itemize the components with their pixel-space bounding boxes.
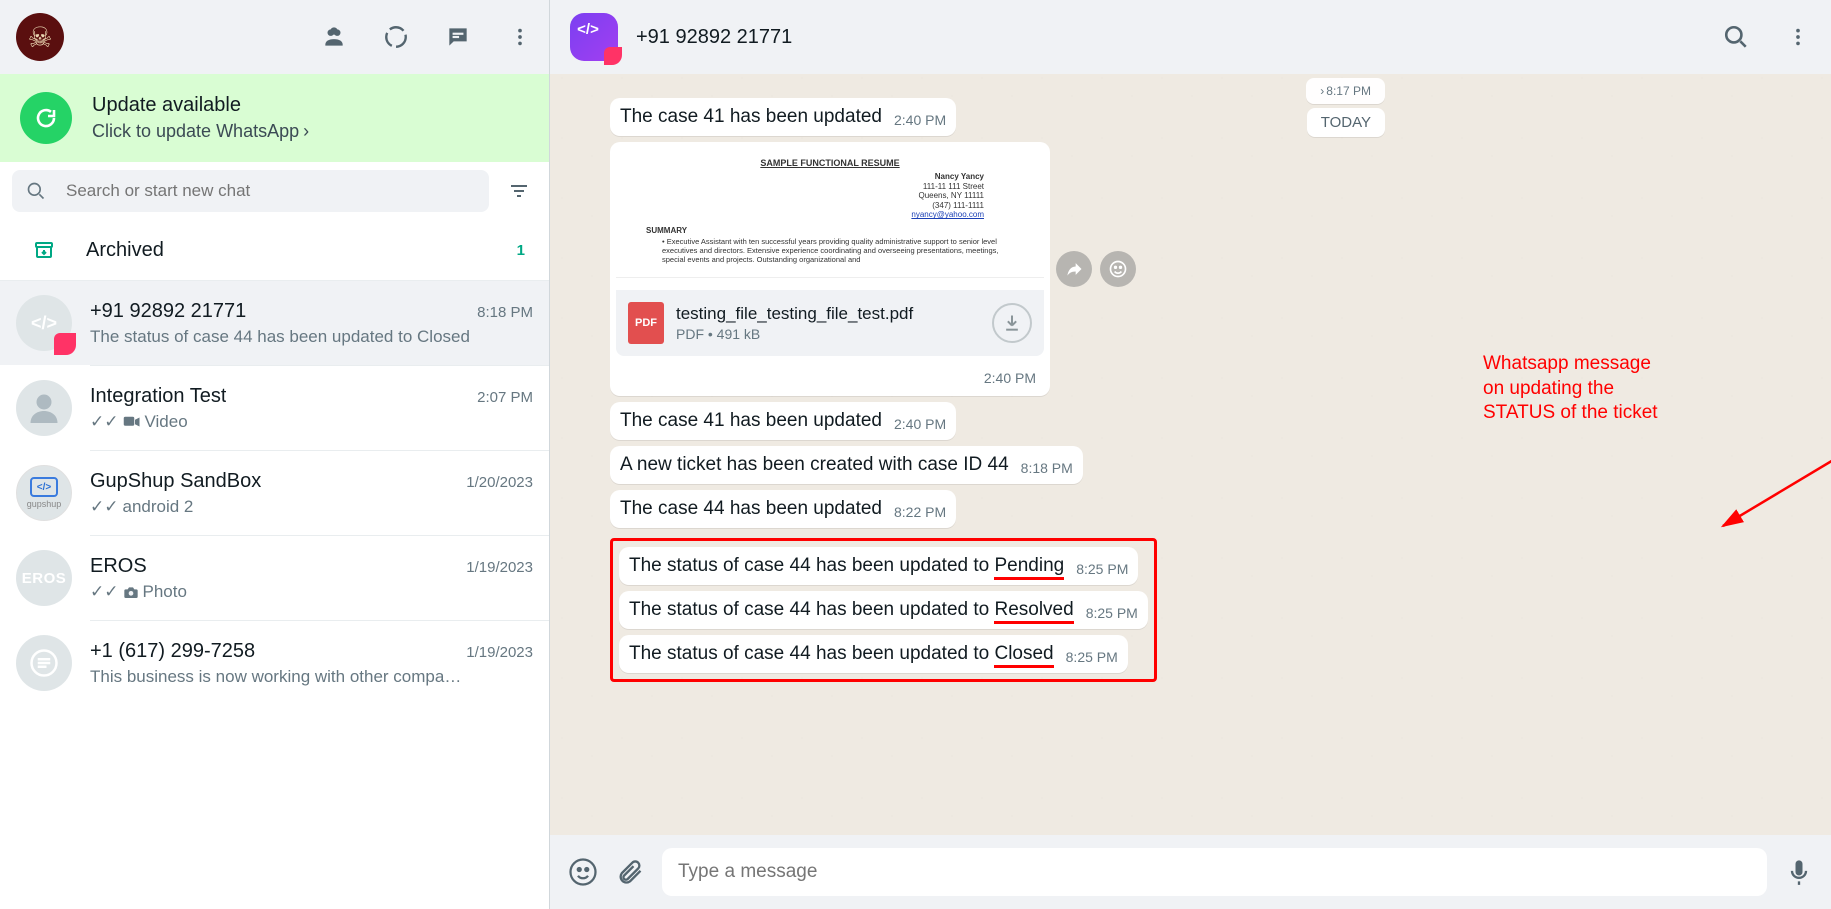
left-header bbox=[0, 0, 549, 74]
chat-avatar: EROS bbox=[16, 550, 72, 606]
message-text: The status of case 44 has been updated t… bbox=[629, 599, 1074, 621]
read-tick-icon: ✓✓ bbox=[90, 412, 119, 432]
search-in-chat-icon[interactable] bbox=[1723, 24, 1749, 50]
day-label: TODAY bbox=[1307, 108, 1385, 137]
file-name: testing_file_testing_file_test.pdf bbox=[676, 304, 980, 324]
file-preview: SAMPLE FUNCTIONAL RESUME Nancy Yancy 111… bbox=[616, 148, 1044, 278]
annotation-highlight-box: The status of case 44 has been updated t… bbox=[610, 538, 1157, 682]
chat-preview: android 2 bbox=[123, 497, 194, 517]
read-tick-icon: ✓✓ bbox=[90, 497, 119, 517]
message-bubble[interactable]: The case 41 has been updated 2:40 PM bbox=[610, 402, 956, 440]
update-subtitle: Click to update WhatsApp› bbox=[92, 121, 309, 142]
message-text: A new ticket has been created with case … bbox=[620, 454, 1009, 476]
communities-icon[interactable] bbox=[321, 24, 347, 50]
message-text: The case 41 has been updated bbox=[620, 410, 882, 432]
search-icon bbox=[26, 181, 46, 201]
new-chat-icon[interactable] bbox=[445, 24, 471, 50]
message-bubble[interactable]: The status of case 44 has been updated t… bbox=[619, 635, 1128, 673]
file-meta: PDF • 491 kB bbox=[676, 326, 980, 342]
pdf-icon: PDF bbox=[628, 302, 664, 344]
chat-item-0[interactable]: </> +91 92892 21771 8:18 PM The status of… bbox=[0, 281, 549, 365]
message-time: 2:40 PM bbox=[976, 368, 1044, 390]
chat-item-4[interactable]: +1 (617) 299-7258 1/19/2023 This business… bbox=[0, 621, 549, 705]
chat-preview: Photo bbox=[143, 582, 187, 602]
status-icon[interactable] bbox=[383, 24, 409, 50]
chat-avatar bbox=[16, 635, 72, 691]
message-bubble[interactable]: The case 41 has been updated 2:40 PM bbox=[610, 98, 956, 136]
chat-name: Integration Test bbox=[90, 385, 226, 408]
chat-preview: Video bbox=[145, 412, 188, 432]
chat-avatar: </>gupshup bbox=[16, 465, 72, 521]
message-text: The status of case 44 has been updated t… bbox=[629, 555, 1064, 577]
message-text: The case 44 has been updated bbox=[620, 498, 882, 520]
refresh-icon bbox=[20, 92, 72, 144]
video-icon bbox=[123, 415, 141, 429]
contact-avatar: </> bbox=[570, 13, 618, 61]
search-row bbox=[0, 162, 549, 220]
message-bubble[interactable]: The status of case 44 has been updated t… bbox=[619, 591, 1148, 629]
message-bubble[interactable]: The status of case 44 has been updated t… bbox=[619, 547, 1138, 585]
react-icon[interactable] bbox=[1100, 251, 1136, 287]
chat-item-1[interactable]: Integration Test 2:07 PM ✓✓ Video bbox=[0, 366, 549, 450]
archived-label: Archived bbox=[86, 239, 517, 262]
message-time: 2:40 PM bbox=[894, 416, 946, 432]
update-title: Update available bbox=[92, 94, 309, 117]
camera-icon bbox=[123, 585, 139, 599]
filter-icon[interactable] bbox=[501, 179, 537, 203]
message-text: The status of case 44 has been updated t… bbox=[629, 643, 1054, 665]
message-time: 8:25 PM bbox=[1086, 605, 1138, 621]
emoji-icon[interactable] bbox=[568, 857, 598, 887]
right-panel: </> +91 92892 21771 › 8:17 PM TODAY The … bbox=[550, 0, 1831, 909]
archive-icon bbox=[16, 238, 72, 262]
message-bubble[interactable]: A new ticket has been created with case … bbox=[610, 446, 1083, 484]
chat-time: 8:18 PM bbox=[477, 304, 533, 321]
read-tick-icon: ✓✓ bbox=[90, 582, 119, 602]
message-time: 2:40 PM bbox=[894, 112, 946, 128]
chat-header[interactable]: </> +91 92892 21771 bbox=[550, 0, 1831, 74]
search-box[interactable] bbox=[12, 170, 489, 212]
mic-icon[interactable] bbox=[1785, 858, 1813, 886]
message-input-wrap[interactable] bbox=[662, 848, 1767, 896]
chat-avatar bbox=[16, 380, 72, 436]
chat-preview: This business is now working with other … bbox=[90, 667, 461, 687]
menu-icon[interactable] bbox=[507, 24, 533, 50]
contact-name: +91 92892 21771 bbox=[636, 26, 792, 49]
chat-menu-icon[interactable] bbox=[1785, 24, 1811, 50]
message-input[interactable] bbox=[678, 861, 1751, 883]
chat-time: 1/20/2023 bbox=[466, 474, 533, 491]
archived-row[interactable]: Archived 1 bbox=[0, 220, 549, 281]
message-time: 8:25 PM bbox=[1076, 561, 1128, 577]
chat-name: +91 92892 21771 bbox=[90, 300, 246, 323]
search-input[interactable] bbox=[66, 181, 475, 201]
chat-item-2[interactable]: </>gupshup GupShup SandBox 1/20/2023 ✓✓an… bbox=[0, 451, 549, 535]
my-avatar[interactable] bbox=[16, 13, 64, 61]
chat-avatar: </> bbox=[16, 295, 72, 351]
chat-name: GupShup SandBox bbox=[90, 470, 261, 493]
attach-icon[interactable] bbox=[616, 858, 644, 886]
download-button[interactable] bbox=[992, 303, 1032, 343]
chat-preview: The status of case 44 has been updated t… bbox=[90, 327, 470, 347]
chat-name: EROS bbox=[90, 555, 147, 578]
update-banner[interactable]: Update available Click to update WhatsAp… bbox=[0, 74, 549, 162]
chat-time: 1/19/2023 bbox=[466, 559, 533, 576]
message-text: The case 41 has been updated bbox=[620, 106, 882, 128]
archived-count: 1 bbox=[517, 242, 533, 259]
message-bubble[interactable]: The case 44 has been updated 8:22 PM bbox=[610, 490, 956, 528]
chat-name: +1 (617) 299-7258 bbox=[90, 640, 255, 663]
chat-time: 1/19/2023 bbox=[466, 644, 533, 661]
message-time: 8:22 PM bbox=[894, 504, 946, 520]
file-message[interactable]: SAMPLE FUNCTIONAL RESUME Nancy Yancy 111… bbox=[610, 142, 1050, 396]
chat-list: </> +91 92892 21771 8:18 PM The status of… bbox=[0, 281, 549, 909]
chat-time: 2:07 PM bbox=[477, 389, 533, 406]
prev-time-chip: › 8:17 PM bbox=[1306, 78, 1385, 104]
message-time: 8:18 PM bbox=[1021, 460, 1073, 476]
annotation-arrow bbox=[1150, 400, 1831, 560]
left-panel: Update available Click to update WhatsAp… bbox=[0, 0, 550, 909]
chat-item-3[interactable]: EROS EROS 1/19/2023 ✓✓ Photo bbox=[0, 536, 549, 620]
composer bbox=[550, 835, 1831, 909]
forward-icon[interactable] bbox=[1056, 251, 1092, 287]
message-time: 8:25 PM bbox=[1066, 649, 1118, 665]
